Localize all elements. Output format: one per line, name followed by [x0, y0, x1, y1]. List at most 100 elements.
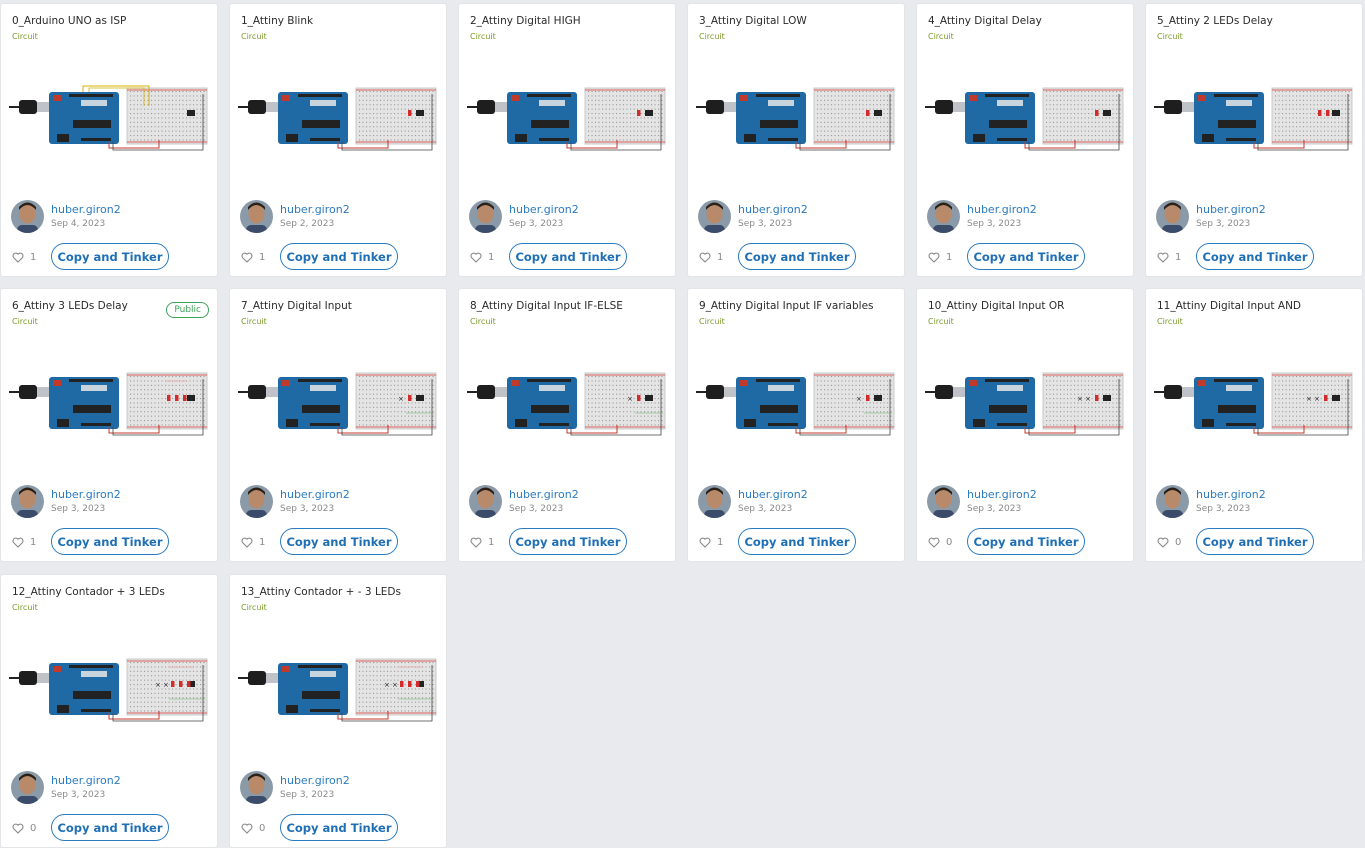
copy-and-tinker-button[interactable]: Copy and Tinker	[1196, 528, 1314, 555]
author-avatar[interactable]	[927, 485, 960, 518]
author-name-link[interactable]: huber.giron2	[738, 203, 808, 216]
author-name-link[interactable]: huber.giron2	[280, 203, 350, 216]
author-name-link[interactable]: huber.giron2	[1196, 203, 1266, 216]
author-name-link[interactable]: huber.giron2	[280, 488, 350, 501]
like-button[interactable]: 1	[699, 535, 723, 549]
project-card[interactable]: 11_Attiny Digital Input AND Circuit × × h…	[1146, 289, 1362, 561]
author-name-link[interactable]: huber.giron2	[1196, 488, 1266, 501]
author-name-link[interactable]: huber.giron2	[51, 488, 121, 501]
project-title[interactable]: 13_Attiny Contador + - 3 LEDs	[241, 586, 401, 598]
author-avatar[interactable]	[11, 200, 44, 233]
circuit-thumbnail[interactable]	[1154, 84, 1354, 154]
like-count: 1	[30, 536, 37, 548]
project-card[interactable]: 9_Attiny Digital Input IF variables Circ…	[688, 289, 904, 561]
like-button[interactable]: 1	[12, 250, 36, 264]
author-avatar[interactable]	[240, 485, 273, 518]
like-button[interactable]: 1	[1157, 250, 1181, 264]
author-name-link[interactable]: huber.giron2	[509, 488, 579, 501]
circuit-thumbnail[interactable]: × ×	[1154, 369, 1354, 439]
project-title[interactable]: 3_Attiny Digital LOW	[699, 15, 807, 27]
like-button[interactable]: 1	[470, 535, 494, 549]
project-card[interactable]: 10_Attiny Digital Input OR Circuit × × hu…	[917, 289, 1133, 561]
copy-and-tinker-button[interactable]: Copy and Tinker	[967, 243, 1085, 270]
project-title[interactable]: 1_Attiny Blink	[241, 15, 313, 27]
author-avatar[interactable]	[1156, 485, 1189, 518]
like-button[interactable]: 1	[928, 250, 952, 264]
author-name-link[interactable]: huber.giron2	[51, 203, 121, 216]
project-title[interactable]: 11_Attiny Digital Input AND	[1157, 300, 1301, 312]
author-avatar[interactable]	[698, 200, 731, 233]
copy-and-tinker-button[interactable]: Copy and Tinker	[280, 814, 398, 841]
like-button[interactable]: 0	[241, 821, 265, 835]
circuit-thumbnail[interactable]: ×	[696, 369, 896, 439]
like-button[interactable]: 0	[1157, 535, 1181, 549]
like-button[interactable]: 1	[241, 535, 265, 549]
author-avatar[interactable]	[469, 200, 502, 233]
circuit-thumbnail[interactable]: × ×	[9, 655, 209, 725]
copy-and-tinker-button[interactable]: Copy and Tinker	[509, 243, 627, 270]
project-title[interactable]: 7_Attiny Digital Input	[241, 300, 352, 312]
project-title[interactable]: 9_Attiny Digital Input IF variables	[699, 300, 874, 312]
author-avatar[interactable]	[1156, 200, 1189, 233]
like-button[interactable]: 1	[699, 250, 723, 264]
copy-and-tinker-button[interactable]: Copy and Tinker	[51, 814, 169, 841]
project-title[interactable]: 6_Attiny 3 LEDs Delay	[12, 300, 128, 312]
like-button[interactable]: 1	[12, 535, 36, 549]
project-title[interactable]: 10_Attiny Digital Input OR	[928, 300, 1064, 312]
author-avatar[interactable]	[698, 485, 731, 518]
author-name-link[interactable]: huber.giron2	[738, 488, 808, 501]
author-name-link[interactable]: huber.giron2	[967, 488, 1037, 501]
circuit-thumbnail[interactable]: × ×	[238, 655, 438, 725]
circuit-thumbnail[interactable]	[9, 84, 209, 154]
project-title[interactable]: 4_Attiny Digital Delay	[928, 15, 1042, 27]
copy-and-tinker-button[interactable]: Copy and Tinker	[509, 528, 627, 555]
author-name-link[interactable]: huber.giron2	[280, 774, 350, 787]
project-title[interactable]: 12_Attiny Contador + 3 LEDs	[12, 586, 165, 598]
project-title[interactable]: 5_Attiny 2 LEDs Delay	[1157, 15, 1273, 27]
copy-and-tinker-button[interactable]: Copy and Tinker	[280, 243, 398, 270]
author-name-link[interactable]: huber.giron2	[509, 203, 579, 216]
project-card[interactable]: 8_Attiny Digital Input IF-ELSE Circuit ×…	[459, 289, 675, 561]
author-name-link[interactable]: huber.giron2	[51, 774, 121, 787]
project-card[interactable]: 12_Attiny Contador + 3 LEDs Circuit × × h…	[1, 575, 217, 847]
author-avatar[interactable]	[240, 771, 273, 804]
circuit-thumbnail[interactable]	[925, 84, 1125, 154]
copy-and-tinker-button[interactable]: Copy and Tinker	[51, 243, 169, 270]
circuit-thumbnail[interactable]: ×	[467, 369, 667, 439]
like-button[interactable]: 1	[470, 250, 494, 264]
copy-and-tinker-button[interactable]: Copy and Tinker	[738, 243, 856, 270]
author-name-link[interactable]: huber.giron2	[967, 203, 1037, 216]
project-card[interactable]: 1_Attiny Blink Circuit huber.giron2 Sep …	[230, 4, 446, 276]
circuit-thumbnail[interactable]	[238, 84, 438, 154]
copy-and-tinker-button[interactable]: Copy and Tinker	[738, 528, 856, 555]
copy-and-tinker-button[interactable]: Copy and Tinker	[1196, 243, 1314, 270]
copy-and-tinker-button[interactable]: Copy and Tinker	[51, 528, 169, 555]
like-button[interactable]: 0	[928, 535, 952, 549]
circuit-thumbnail[interactable]	[467, 84, 667, 154]
project-title[interactable]: 8_Attiny Digital Input IF-ELSE	[470, 300, 623, 312]
project-card[interactable]: 4_Attiny Digital Delay Circuit huber.gir…	[917, 4, 1133, 276]
like-button[interactable]: 0	[12, 821, 36, 835]
like-button[interactable]: 1	[241, 250, 265, 264]
circuit-thumbnail[interactable]: × ×	[925, 369, 1125, 439]
author-avatar[interactable]	[469, 485, 502, 518]
author-avatar[interactable]	[240, 200, 273, 233]
project-card[interactable]: 2_Attiny Digital HIGH Circuit huber.giro…	[459, 4, 675, 276]
project-card[interactable]: 13_Attiny Contador + - 3 LEDs Circuit × ×…	[230, 575, 446, 847]
project-card[interactable]: 5_Attiny 2 LEDs Delay Circuit huber.giro…	[1146, 4, 1362, 276]
circuit-thumbnail[interactable]: ×	[238, 369, 438, 439]
project-card[interactable]: 7_Attiny Digital Input Circuit × huber.g…	[230, 289, 446, 561]
project-card[interactable]: 6_Attiny 3 LEDs Delay Circuit huber.giro…	[1, 289, 217, 561]
project-title[interactable]: 2_Attiny Digital HIGH	[470, 15, 581, 27]
heart-icon	[1157, 248, 1169, 267]
project-card[interactable]: 3_Attiny Digital LOW Circuit huber.giron…	[688, 4, 904, 276]
project-card[interactable]: 0_Arduino UNO as ISP Circuit huber.giron…	[1, 4, 217, 276]
project-title[interactable]: 0_Arduino UNO as ISP	[12, 15, 126, 27]
author-avatar[interactable]	[11, 771, 44, 804]
author-avatar[interactable]	[11, 485, 44, 518]
copy-and-tinker-button[interactable]: Copy and Tinker	[967, 528, 1085, 555]
circuit-thumbnail[interactable]	[696, 84, 896, 154]
circuit-thumbnail[interactable]	[9, 369, 209, 439]
author-avatar[interactable]	[927, 200, 960, 233]
copy-and-tinker-button[interactable]: Copy and Tinker	[280, 528, 398, 555]
